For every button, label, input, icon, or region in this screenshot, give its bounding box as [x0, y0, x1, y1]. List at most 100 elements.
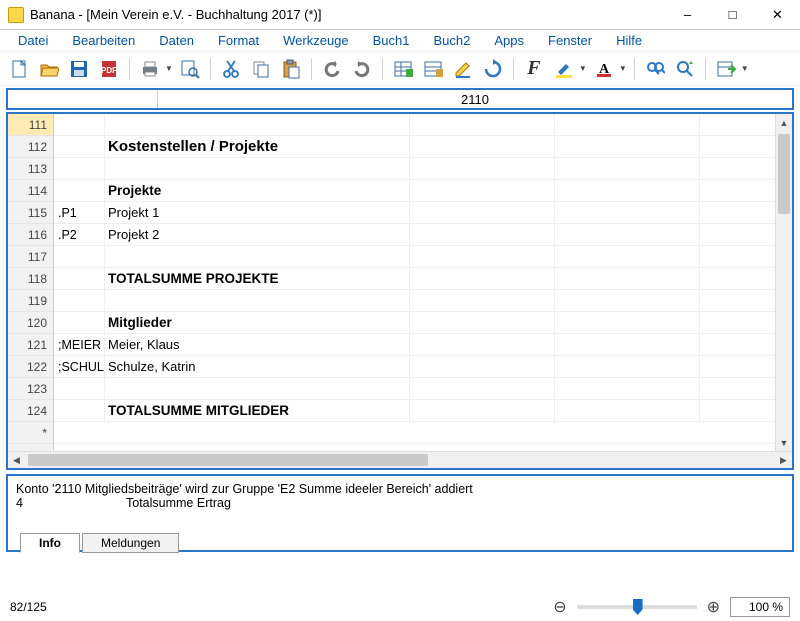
table-row[interactable]: Projekte — [54, 180, 775, 202]
cell-col-a[interactable]: ;MEIER — [54, 338, 104, 352]
menu-buch1[interactable]: Buch1 — [361, 31, 422, 50]
table-row[interactable] — [54, 422, 775, 444]
row-header[interactable]: 124 — [8, 400, 53, 422]
print-button[interactable] — [137, 56, 163, 82]
row-header[interactable]: 121 — [8, 334, 53, 356]
refresh-button[interactable] — [480, 56, 506, 82]
zoom-value[interactable]: 100 % — [730, 597, 790, 617]
font-color-button[interactable]: A — [591, 56, 617, 82]
font-format-button[interactable]: F — [521, 56, 547, 82]
data-area[interactable]: Kostenstellen / ProjekteProjekte.P1Proje… — [54, 114, 775, 451]
find-next-button[interactable] — [672, 56, 698, 82]
cell-col-b[interactable]: Kostenstellen / Projekte — [104, 138, 775, 155]
row-header[interactable]: 113 — [8, 158, 53, 180]
row-header[interactable]: 112 — [8, 136, 53, 158]
table-row[interactable]: Kostenstellen / Projekte — [54, 136, 775, 158]
table-row[interactable]: Mitglieder — [54, 312, 775, 334]
cell-col-b[interactable]: Schulze, Katrin — [104, 359, 775, 374]
tab-info[interactable]: Info — [20, 533, 80, 553]
scroll-up-arrow[interactable]: ▲ — [776, 114, 792, 131]
save-file-button[interactable] — [66, 56, 92, 82]
cell-col-b[interactable]: Meier, Klaus — [104, 337, 775, 352]
paste-button[interactable] — [278, 56, 304, 82]
row-header[interactable]: 120 — [8, 312, 53, 334]
cell-col-a[interactable]: ;SCHUL — [54, 360, 104, 374]
table-row[interactable] — [54, 378, 775, 400]
table-row[interactable]: .P1Projekt 1 — [54, 202, 775, 224]
edit-pencil-button[interactable] — [450, 56, 476, 82]
table-row[interactable]: .P2Projekt 2 — [54, 224, 775, 246]
print-dropdown-arrow[interactable]: ▼ — [165, 64, 173, 73]
tab-meldungen[interactable]: Meldungen — [82, 533, 179, 553]
scroll-thumb[interactable] — [28, 454, 428, 466]
scroll-left-arrow[interactable]: ◀ — [8, 452, 25, 468]
cell-col-b[interactable]: Projekt 2 — [104, 227, 775, 242]
copy-button[interactable] — [248, 56, 274, 82]
table-row[interactable] — [54, 114, 775, 136]
minimize-button[interactable]: – — [665, 0, 710, 30]
row-header[interactable]: 111 — [8, 114, 53, 136]
row-header[interactable]: 117 — [8, 246, 53, 268]
row-header[interactable]: 122 — [8, 356, 53, 378]
table-row[interactable] — [54, 158, 775, 180]
cell-col-b[interactable]: TOTALSUMME PROJEKTE — [104, 271, 775, 286]
pdf-export-button[interactable]: PDF — [96, 56, 122, 82]
row-header[interactable]: 118 — [8, 268, 53, 290]
cell-col-b[interactable]: Projekt 1 — [104, 205, 775, 220]
cell-col-a[interactable]: .P2 — [54, 228, 104, 242]
scroll-right-arrow[interactable]: ▶ — [775, 452, 792, 468]
menu-format[interactable]: Format — [206, 31, 271, 50]
menu-bearbeiten[interactable]: Bearbeiten — [60, 31, 147, 50]
table-row[interactable] — [54, 246, 775, 268]
new-file-button[interactable] — [6, 56, 32, 82]
find-button[interactable] — [642, 56, 668, 82]
print-preview-button[interactable] — [177, 56, 203, 82]
menu-fenster[interactable]: Fenster — [536, 31, 604, 50]
zoom-in-icon[interactable]: ⊕ — [707, 597, 720, 617]
goto-dropdown-arrow[interactable]: ▼ — [741, 64, 749, 73]
menu-buch2[interactable]: Buch2 — [422, 31, 483, 50]
menu-daten[interactable]: Daten — [147, 31, 206, 50]
table-row[interactable]: ;SCHULSchulze, Katrin — [54, 356, 775, 378]
cell-col-b[interactable]: TOTALSUMME MITGLIEDER — [104, 403, 775, 418]
row-header[interactable]: 116 — [8, 224, 53, 246]
table-row[interactable] — [54, 290, 775, 312]
cut-button[interactable] — [218, 56, 244, 82]
app-icon — [8, 7, 24, 23]
table-row[interactable]: TOTALSUMME PROJEKTE — [54, 268, 775, 290]
goto-button[interactable] — [713, 56, 739, 82]
menu-werkzeuge[interactable]: Werkzeuge — [271, 31, 361, 50]
cell-col-b[interactable]: Mitglieder — [104, 315, 775, 330]
row-header[interactable]: 119 — [8, 290, 53, 312]
vertical-scrollbar[interactable]: ▲ ▼ — [775, 114, 792, 451]
cell-reference-box[interactable] — [8, 90, 158, 108]
table-view-1-button[interactable] — [390, 56, 416, 82]
table-row[interactable]: TOTALSUMME MITGLIEDER — [54, 400, 775, 422]
table-row[interactable]: ;MEIERMeier, Klaus — [54, 334, 775, 356]
maximize-button[interactable]: □ — [710, 0, 755, 30]
menu-datei[interactable]: Datei — [6, 31, 60, 50]
highlight-dropdown-arrow[interactable]: ▼ — [579, 64, 587, 73]
row-header[interactable]: 123 — [8, 378, 53, 400]
cell-value-box[interactable]: 2110 — [158, 90, 792, 108]
undo-button[interactable] — [319, 56, 345, 82]
scroll-thumb[interactable] — [778, 134, 790, 214]
cell-col-b[interactable]: Projekte — [104, 183, 775, 198]
row-header[interactable]: 114 — [8, 180, 53, 202]
menu-hilfe[interactable]: Hilfe — [604, 31, 654, 50]
highlight-color-button[interactable] — [551, 56, 577, 82]
zoom-slider[interactable] — [577, 605, 697, 609]
close-button[interactable]: ✕ — [755, 0, 800, 30]
scroll-down-arrow[interactable]: ▼ — [776, 434, 792, 451]
row-header[interactable]: 115 — [8, 202, 53, 224]
table-view-2-button[interactable] — [420, 56, 446, 82]
cell-col-a[interactable]: .P1 — [54, 206, 104, 220]
menu-apps[interactable]: Apps — [482, 31, 536, 50]
redo-button[interactable] — [349, 56, 375, 82]
row-header[interactable]: * — [8, 422, 53, 444]
zoom-out-icon[interactable]: ⊖ — [553, 597, 566, 617]
open-file-button[interactable] — [36, 56, 62, 82]
horizontal-scrollbar[interactable]: ◀ ▶ — [8, 451, 792, 468]
fontcolor-dropdown-arrow[interactable]: ▼ — [619, 64, 627, 73]
zoom-slider-knob[interactable] — [633, 599, 643, 615]
